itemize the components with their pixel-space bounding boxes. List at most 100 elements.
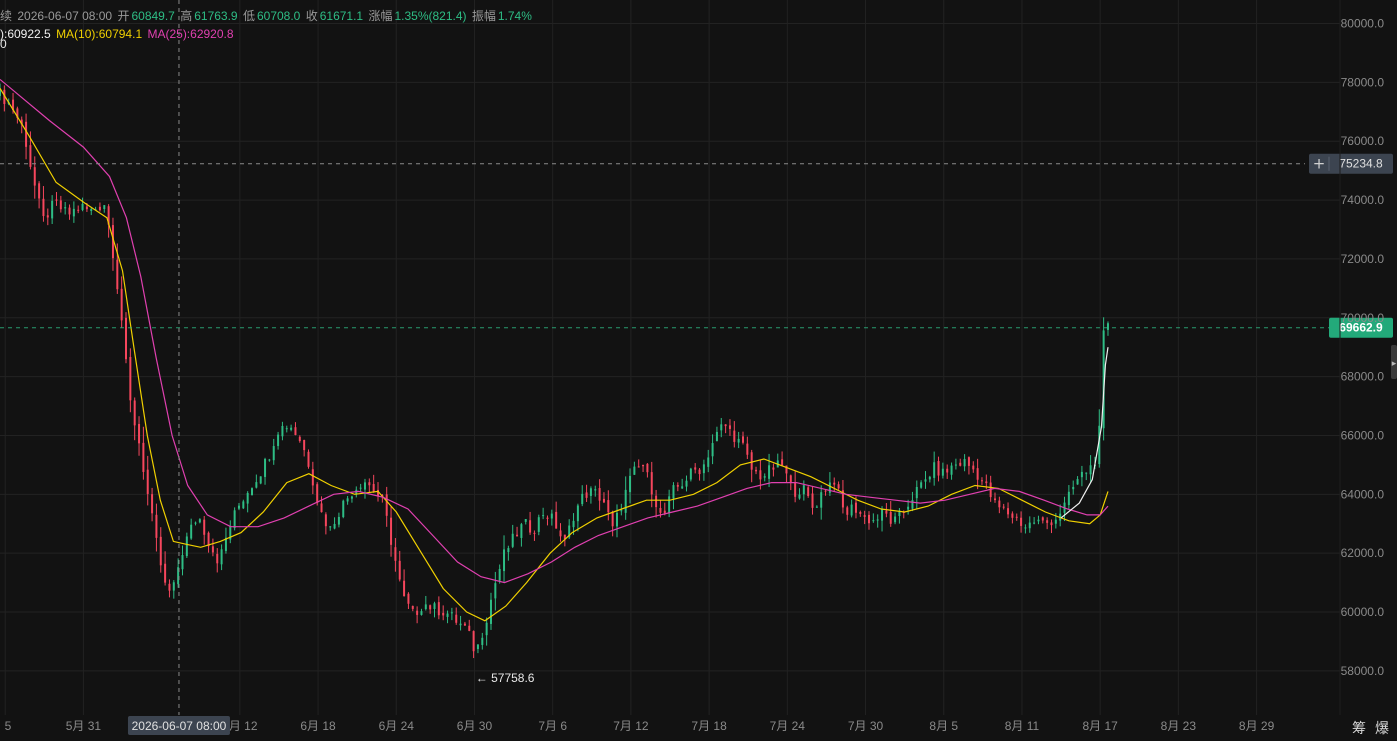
candle-body xyxy=(81,203,84,210)
candle-body xyxy=(494,583,497,599)
chips-button[interactable]: 筹 xyxy=(1352,718,1366,738)
candle-body xyxy=(1037,519,1040,522)
time-tick-label: 8月 17 xyxy=(1082,719,1118,733)
candle-body xyxy=(463,623,466,626)
candle-body xyxy=(516,534,519,537)
chart-grid xyxy=(0,0,1340,715)
candle-body xyxy=(520,524,523,538)
price-tick-label: 62000.0 xyxy=(1341,546,1385,560)
candle-body xyxy=(307,451,310,467)
candle-body xyxy=(503,549,506,572)
candle-body xyxy=(950,465,953,475)
price-tick-label: 78000.0 xyxy=(1341,75,1385,89)
candle-body xyxy=(811,493,814,508)
candle-body xyxy=(907,506,910,510)
candle-body xyxy=(846,507,849,515)
moving-average-lines xyxy=(0,78,1109,622)
candle-body xyxy=(676,485,679,487)
amplitude-label: 振幅 xyxy=(471,9,496,23)
time-tick-label: 7月 12 xyxy=(613,719,649,733)
price-tick-label: 70000.0 xyxy=(1341,311,1385,325)
candle-body xyxy=(433,603,436,609)
candle-body xyxy=(928,476,931,480)
low-label: 低 xyxy=(242,9,255,23)
candle-body xyxy=(581,493,584,505)
price-tick-label: 76000.0 xyxy=(1341,134,1385,148)
candle-body xyxy=(602,498,605,503)
candle-body xyxy=(33,167,36,186)
candle-body xyxy=(967,457,970,466)
candle-body xyxy=(350,496,353,499)
candle-body xyxy=(507,548,510,553)
candle-body xyxy=(1072,486,1075,490)
candle-body xyxy=(450,612,453,614)
candle-body xyxy=(342,500,345,518)
candle-body xyxy=(264,458,267,477)
crosshair-plus-icon: + xyxy=(1313,155,1326,173)
candle-body xyxy=(620,510,623,512)
time-tick-label: 7月 24 xyxy=(770,719,806,733)
candle-body xyxy=(820,492,823,508)
candle-body xyxy=(429,605,432,610)
candle-body xyxy=(994,498,997,501)
candle-body xyxy=(407,593,410,604)
candle-body xyxy=(872,520,875,522)
candle-body xyxy=(1002,506,1005,508)
candle-body xyxy=(394,547,397,561)
candle-body xyxy=(1020,517,1023,526)
time-tick-label: 8月 5 xyxy=(929,719,958,733)
candle-body xyxy=(368,482,371,486)
candle-body xyxy=(294,427,297,435)
time-tick-label: 7月 18 xyxy=(691,719,727,733)
candle-body xyxy=(685,480,688,487)
change-label: 涨幅 xyxy=(368,9,393,23)
candle-body xyxy=(198,519,201,523)
candle-body xyxy=(668,496,671,513)
time-tick-label: 5月 31 xyxy=(66,719,102,733)
candle-body xyxy=(363,482,366,490)
price-chart[interactable]: 69662.9+ 75234.8← 57758.60 58000.060000.0… xyxy=(0,0,1397,741)
amplitude-value: 1.74% xyxy=(497,9,532,23)
candle-body xyxy=(533,532,536,534)
candle-body xyxy=(672,485,675,499)
candle-body xyxy=(181,555,184,570)
candle-body xyxy=(546,517,549,519)
candle-body xyxy=(385,494,388,516)
candle-body xyxy=(772,467,775,470)
candle-body xyxy=(194,522,197,524)
candle-body xyxy=(655,495,658,508)
candle-body xyxy=(707,457,710,467)
candle-body xyxy=(980,480,983,482)
candle-body xyxy=(416,610,419,615)
candle-body xyxy=(589,488,592,496)
candle-body xyxy=(324,514,327,527)
candle-body xyxy=(511,533,514,547)
collapse-arrow-icon: ▸ xyxy=(1392,359,1397,369)
candle-body xyxy=(272,446,275,461)
high-label: 高 xyxy=(180,9,193,23)
candle-body xyxy=(976,468,979,480)
candle-body xyxy=(46,215,49,218)
candle-body xyxy=(959,462,962,466)
candle-body xyxy=(277,434,280,446)
candle-body xyxy=(633,466,636,475)
candle-body xyxy=(125,317,128,360)
candle-body xyxy=(151,494,154,514)
time-tick-label: 6月 30 xyxy=(457,719,493,733)
candle-body xyxy=(372,484,375,492)
candle-body xyxy=(168,583,171,591)
candle-body xyxy=(281,425,284,437)
ma-legend-row: ):60922.5 MA(10):60794.1 MA(25):62920.8 xyxy=(0,26,236,42)
liquidation-button[interactable]: 爆 xyxy=(1375,718,1389,738)
candle-body xyxy=(689,468,692,480)
candle-body xyxy=(459,623,462,626)
candle-body xyxy=(894,516,897,523)
candle-body xyxy=(815,506,818,508)
candle-body xyxy=(572,520,575,528)
candle-body xyxy=(337,516,340,525)
candle-body xyxy=(489,599,492,624)
candle-body xyxy=(498,568,501,581)
candle-body xyxy=(103,205,106,210)
candle-body xyxy=(724,424,727,427)
candle-body xyxy=(859,512,862,514)
